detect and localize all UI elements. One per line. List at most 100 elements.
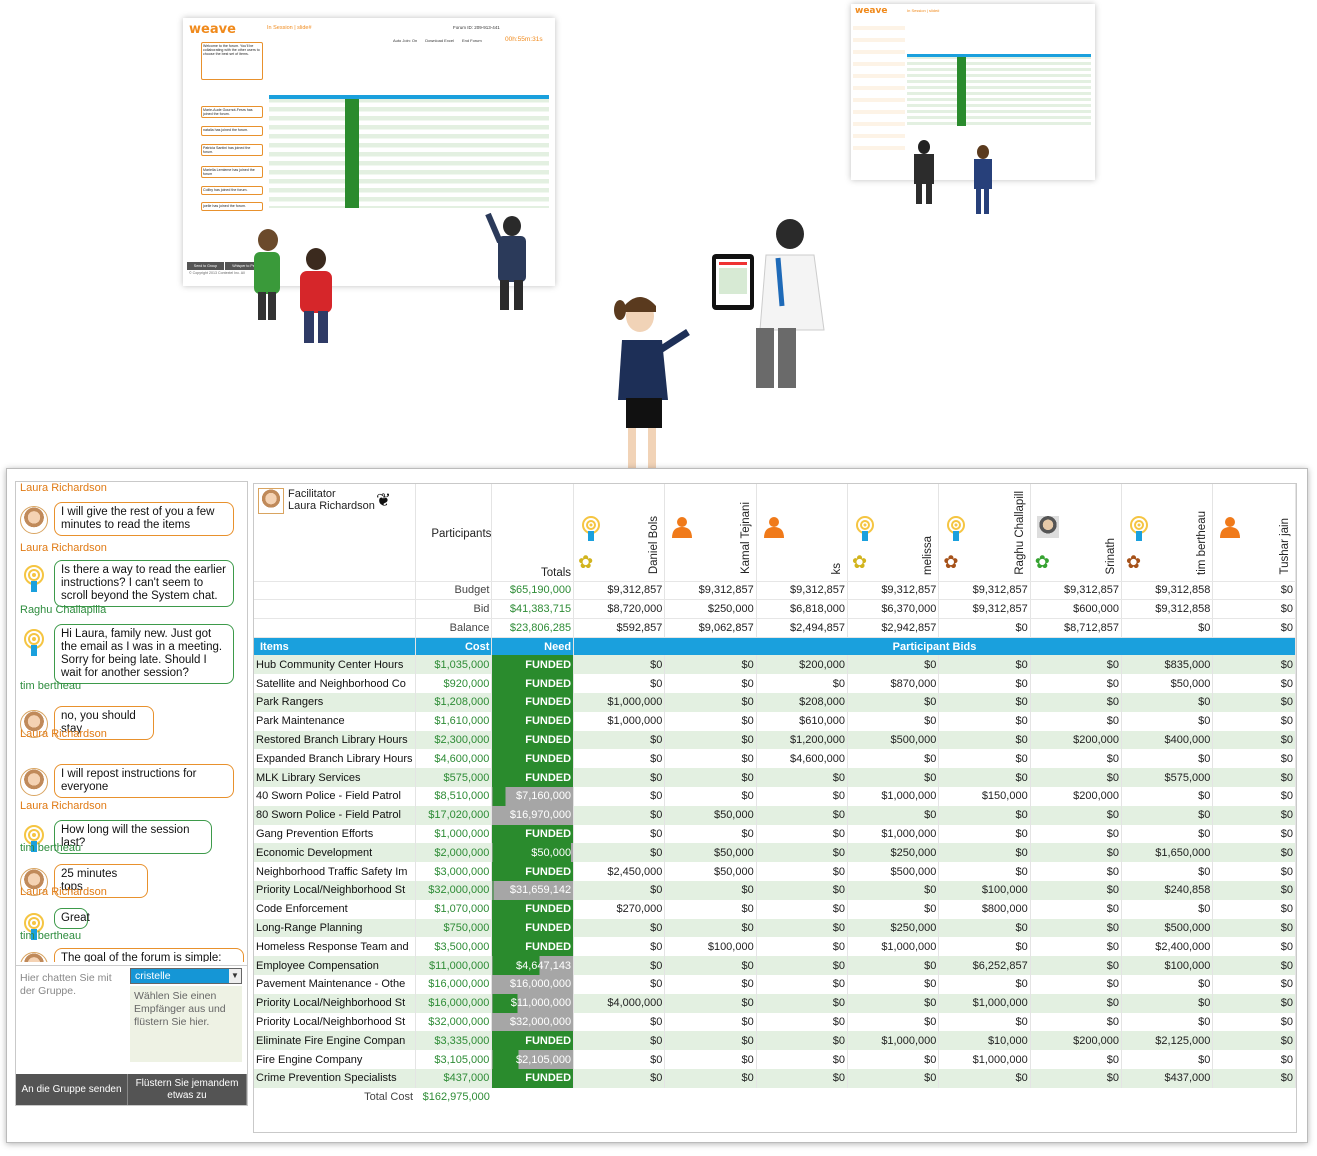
participant-column[interactable]: Tushar jain: [1212, 484, 1296, 582]
bid-cell[interactable]: $0: [1212, 655, 1296, 675]
bid-cell[interactable]: $0: [756, 993, 849, 1013]
bid-cell[interactable]: $0: [573, 674, 666, 693]
bid-cell[interactable]: $0: [664, 918, 757, 938]
bid-cell[interactable]: $0: [847, 768, 940, 787]
bid-cell[interactable]: $0: [1121, 824, 1214, 844]
bid-cell[interactable]: $0: [1030, 692, 1123, 712]
bid-cell[interactable]: $1,000,000: [847, 1031, 940, 1051]
bid-cell[interactable]: $0: [664, 1050, 757, 1069]
bid-cell[interactable]: $0: [756, 786, 849, 806]
bid-cell[interactable]: $0: [938, 768, 1031, 787]
bid-cell[interactable]: $0: [847, 993, 940, 1013]
bid-cell[interactable]: $0: [573, 937, 666, 957]
bid-cell[interactable]: $1,000,000: [847, 786, 940, 806]
bid-cell[interactable]: $50,000: [664, 862, 757, 881]
bid-cell[interactable]: $100,000: [664, 937, 757, 957]
bid-cell[interactable]: $1,000,000: [573, 692, 666, 712]
bid-cell[interactable]: $0: [1030, 655, 1123, 675]
bid-cell[interactable]: $0: [1121, 786, 1214, 806]
col-header-items[interactable]: Items: [254, 637, 416, 656]
bid-cell[interactable]: $2,125,000: [1121, 1031, 1214, 1051]
table-row[interactable]: 80 Sworn Police - Field Patrol $17,020,00…: [254, 805, 1296, 825]
bid-cell[interactable]: $1,000,000: [573, 711, 666, 731]
bid-cell[interactable]: $0: [664, 1031, 757, 1051]
bid-cell[interactable]: $0: [938, 655, 1031, 675]
table-row[interactable]: Neighborhood Traffic Safety Im $3,000,000…: [254, 862, 1296, 881]
bid-cell[interactable]: $0: [1121, 711, 1214, 731]
bid-cell[interactable]: $0: [1212, 786, 1296, 806]
bid-cell[interactable]: $0: [573, 918, 666, 938]
bid-cell[interactable]: $2,400,000: [1121, 937, 1214, 957]
bid-cell[interactable]: $0: [756, 937, 849, 957]
bid-cell[interactable]: $0: [1212, 1068, 1296, 1088]
bid-cell[interactable]: $0: [938, 862, 1031, 881]
bid-cell[interactable]: $0: [573, 1050, 666, 1069]
bid-cell[interactable]: $0: [1030, 1050, 1123, 1069]
bid-cell[interactable]: $0: [1212, 862, 1296, 881]
bid-cell[interactable]: $0: [1030, 843, 1123, 863]
bid-cell[interactable]: $0: [1030, 899, 1123, 919]
bid-cell[interactable]: $575,000: [1121, 768, 1214, 787]
bid-cell[interactable]: $208,000: [756, 692, 849, 712]
bid-cell[interactable]: $0: [756, 1050, 849, 1069]
bid-cell[interactable]: $0: [1212, 993, 1296, 1013]
bid-cell[interactable]: $0: [1212, 956, 1296, 975]
bid-cell[interactable]: $200,000: [1030, 786, 1123, 806]
bid-cell[interactable]: $6,252,857: [938, 956, 1031, 975]
bid-cell[interactable]: $0: [938, 674, 1031, 693]
bid-cell[interactable]: $0: [664, 711, 757, 731]
bid-cell[interactable]: $0: [1121, 862, 1214, 881]
bid-cell[interactable]: $0: [756, 1068, 849, 1088]
bid-cell[interactable]: $0: [1212, 974, 1296, 994]
bid-cell[interactable]: $0: [1212, 730, 1296, 750]
bid-cell[interactable]: $0: [1121, 692, 1214, 712]
bid-cell[interactable]: $0: [847, 1050, 940, 1069]
bid-cell[interactable]: $0: [756, 1031, 849, 1051]
table-row[interactable]: Hub Community Center Hours $1,035,000 FUND…: [254, 655, 1296, 675]
bid-cell[interactable]: $0: [1212, 749, 1296, 769]
bid-cell[interactable]: $0: [664, 974, 757, 994]
bid-cell[interactable]: $0: [1212, 843, 1296, 863]
bid-cell[interactable]: $0: [664, 655, 757, 675]
table-row[interactable]: Economic Development $2,000,000 $50,000 $0 $…: [254, 843, 1296, 863]
table-row[interactable]: Employee Compensation $11,000,000 $4,647,1…: [254, 956, 1296, 975]
whisper-input[interactable]: Wählen Sie einen Empfänger aus und flüst…: [130, 986, 242, 1062]
table-row[interactable]: Eliminate Fire Engine Compan $3,335,000 FU…: [254, 1031, 1296, 1051]
bid-cell[interactable]: $0: [1030, 749, 1123, 769]
bid-cell[interactable]: $0: [1121, 749, 1214, 769]
bid-cell[interactable]: $0: [1121, 1012, 1214, 1032]
bid-cell[interactable]: $0: [1212, 674, 1296, 693]
bid-cell[interactable]: $0: [664, 786, 757, 806]
bid-cell[interactable]: $0: [1030, 824, 1123, 844]
table-row[interactable]: MLK Library Services $575,000 FUNDED $0 $0 $0…: [254, 768, 1296, 787]
bid-cell[interactable]: $1,000,000: [847, 937, 940, 957]
bid-cell[interactable]: $500,000: [1121, 918, 1214, 938]
bid-cell[interactable]: $1,200,000: [756, 730, 849, 750]
recipient-select[interactable]: cristelle ▼: [130, 968, 242, 984]
bid-cell[interactable]: $0: [573, 880, 666, 900]
bid-cell[interactable]: $0: [1121, 805, 1214, 825]
bid-cell[interactable]: $0: [1030, 880, 1123, 900]
bid-cell[interactable]: $0: [664, 674, 757, 693]
bid-cell[interactable]: $0: [664, 993, 757, 1013]
bid-cell[interactable]: $0: [1212, 918, 1296, 938]
participant-column[interactable]: ✿ Daniel Bols: [573, 484, 666, 582]
table-row[interactable]: Expanded Branch Library Hours $4,600,000 F…: [254, 749, 1296, 769]
participant-column[interactable]: ✿ Raghu Challapill: [938, 484, 1031, 582]
table-row[interactable]: Priority Local/Neighborhood St $32,000,00…: [254, 1012, 1296, 1032]
bid-cell[interactable]: $0: [573, 956, 666, 975]
bid-cell[interactable]: $0: [573, 786, 666, 806]
bid-cell[interactable]: $0: [938, 730, 1031, 750]
bid-cell[interactable]: $50,000: [1121, 674, 1214, 693]
bid-cell[interactable]: $0: [756, 805, 849, 825]
bid-cell[interactable]: $0: [1121, 1050, 1214, 1069]
bid-cell[interactable]: $0: [664, 749, 757, 769]
bid-cell[interactable]: $437,000: [1121, 1068, 1214, 1088]
bid-cell[interactable]: $0: [573, 974, 666, 994]
bid-cell[interactable]: $0: [1212, 1031, 1296, 1051]
table-row[interactable]: Fire Engine Company $3,105,000 $2,105,000 $…: [254, 1050, 1296, 1069]
bid-cell[interactable]: $0: [664, 692, 757, 712]
bid-cell[interactable]: $200,000: [1030, 730, 1123, 750]
bid-cell[interactable]: $0: [756, 674, 849, 693]
bid-cell[interactable]: $0: [1030, 1068, 1123, 1088]
